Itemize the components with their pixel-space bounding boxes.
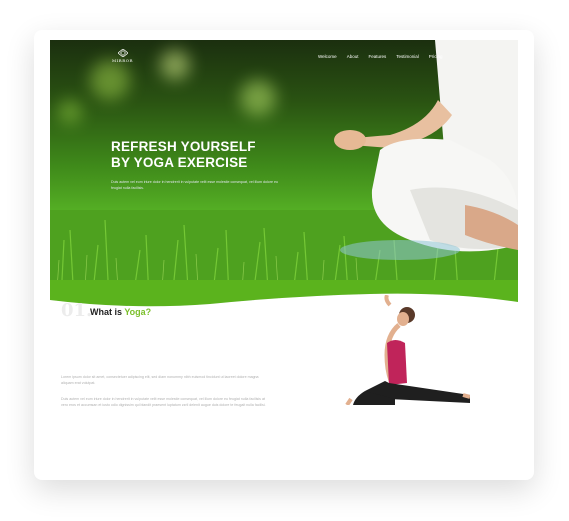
bokeh-light xyxy=(160,50,190,80)
brand-logo[interactable]: MIRROR xyxy=(112,49,133,63)
nav-item-testimonial[interactable]: Testimonial xyxy=(396,54,419,59)
nav-item-about[interactable]: About xyxy=(347,54,359,59)
main-nav: Welcome About Features Testimonial Prici… xyxy=(318,54,443,59)
nav-item-features[interactable]: Features xyxy=(368,54,386,59)
nav-item-welcome[interactable]: Welcome xyxy=(318,54,337,59)
section-paragraph-2: Duis autem vel eum iriure dolor in hendr… xyxy=(61,397,266,407)
bokeh-light xyxy=(90,60,130,100)
brand-name: MIRROR xyxy=(112,58,133,63)
hero-section: MIRROR Welcome About Features Testimonia… xyxy=(50,40,518,320)
section-heading-accent: Yoga? xyxy=(124,307,152,317)
nav-item-pricing[interactable]: Pricing xyxy=(429,54,443,59)
bokeh-light xyxy=(58,100,82,124)
section-heading-prefix: What is xyxy=(90,307,125,317)
hero-title-line-1: REFRESH YOURSELF xyxy=(111,139,256,154)
section-heading: What is Yoga? xyxy=(90,307,151,317)
yoga-pose-woman-image xyxy=(345,295,470,405)
hero-title-line-2: BY YOGA EXERCISE xyxy=(111,155,248,170)
section-number: 01. xyxy=(61,300,93,321)
diamond-logo-icon xyxy=(117,49,128,57)
hero-description: Duis autem vel eum iriure dolor in hendr… xyxy=(111,180,278,190)
section-paragraph-1: Lorem ipsum dolor sit amet, consectetuer… xyxy=(61,375,259,385)
hero-title: REFRESH YOURSELF BY YOGA EXERCISE xyxy=(111,139,311,171)
